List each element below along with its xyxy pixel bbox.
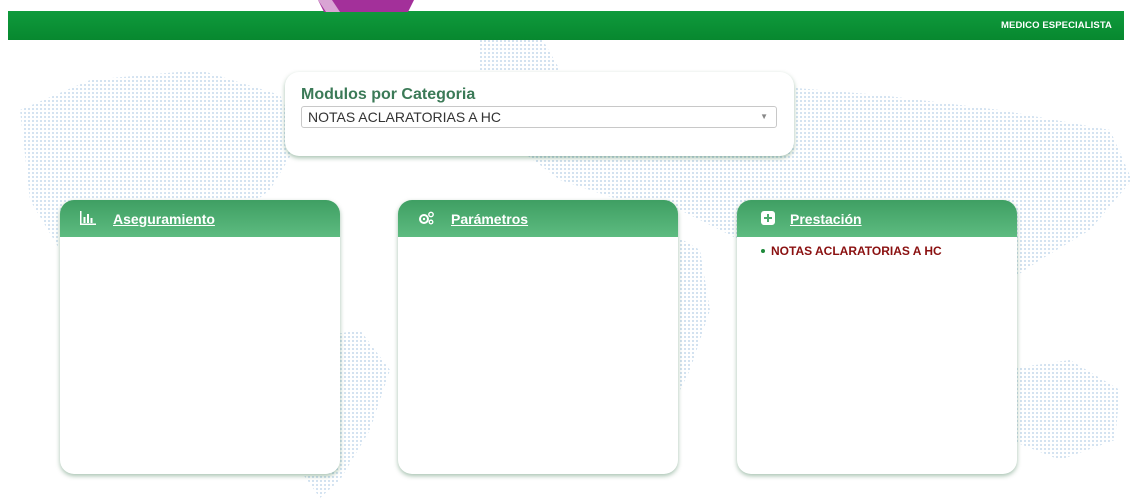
dropdown-arrow-icon[interactable]: ▼ — [760, 112, 768, 121]
card-prestacion: Prestación NOTAS ACLARATORIAS A HC — [737, 200, 1017, 474]
gears-icon — [419, 211, 434, 225]
card-title-link[interactable]: Aseguramiento — [113, 211, 215, 227]
card-header: Aseguramiento — [60, 200, 340, 237]
brand-logo-fragment — [318, 0, 414, 12]
card-aseguramiento: Aseguramiento — [60, 200, 340, 474]
module-category-panel: Modulos por Categoria NOTAS ACLARATORIAS… — [285, 72, 794, 156]
card-header: Prestación — [737, 200, 1017, 237]
card-parametros: Parámetros — [398, 200, 678, 474]
module-link[interactable]: NOTAS ACLARATORIAS A HC — [771, 244, 942, 258]
module-category-select[interactable]: NOTAS ACLARATORIAS A HC ▼ — [301, 106, 777, 128]
list-item[interactable]: NOTAS ACLARATORIAS A HC — [761, 244, 942, 258]
card-title-link[interactable]: Prestación — [790, 211, 862, 227]
card-title-link[interactable]: Parámetros — [451, 211, 528, 227]
card-header: Parámetros — [398, 200, 678, 237]
module-category-title: Modulos por Categoria — [301, 86, 476, 103]
user-role-label[interactable]: MEDICO ESPECIALISTA — [1001, 20, 1112, 31]
top-navigation-bar: MEDICO ESPECIALISTA — [8, 11, 1124, 40]
bullet-icon — [761, 248, 765, 253]
plus-square-icon — [761, 211, 775, 225]
module-category-selected-value: NOTAS ACLARATORIAS A HC — [308, 109, 501, 125]
bar-chart-icon — [80, 211, 96, 225]
